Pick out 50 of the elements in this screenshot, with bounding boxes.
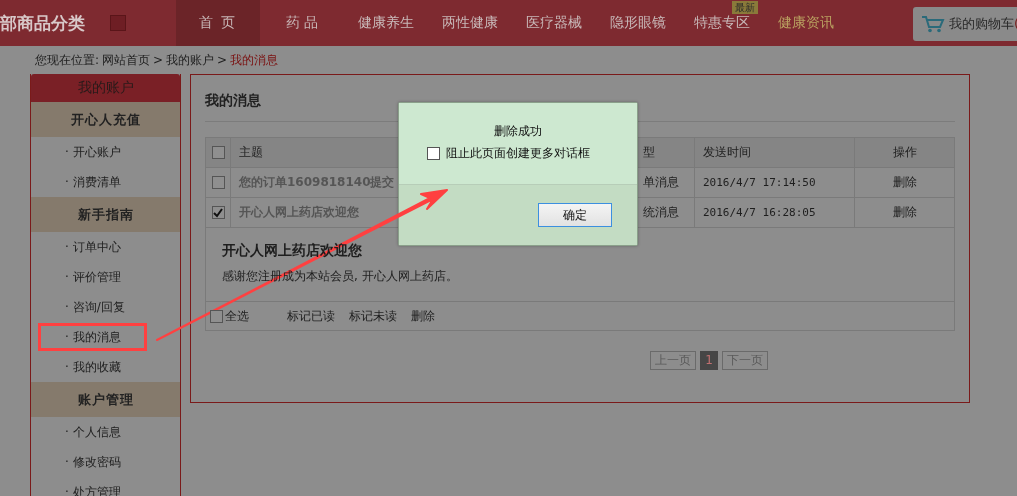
dropdown-toggle[interactable]: [110, 15, 126, 31]
checkbox[interactable]: [211, 176, 225, 189]
action-link[interactable]: 标记已读: [287, 307, 335, 325]
select-all-label: 全选: [225, 307, 249, 325]
column-header: 操作: [854, 138, 954, 167]
sidebar-title: 我的账户: [31, 74, 180, 102]
cart-icon: [920, 15, 945, 33]
checkbox[interactable]: [211, 146, 225, 159]
breadcrumb-link[interactable]: 网站首页: [102, 51, 151, 69]
sidebar-item[interactable]: · 开心账户: [31, 137, 180, 167]
breadcrumb-link[interactable]: 我的账户: [166, 51, 215, 69]
table-cell: 2016/4/7 17:14:50: [694, 168, 854, 197]
action-link[interactable]: 删除: [411, 307, 435, 325]
checkbox[interactable]: [427, 147, 440, 160]
sidebar-item[interactable]: · 个人信息: [31, 417, 180, 447]
breadcrumb-text: 您现在位置:: [35, 51, 100, 69]
sidebar-item[interactable]: · 消费清单: [31, 167, 180, 197]
nav-tab[interactable]: 健康资讯: [764, 0, 848, 46]
page-number[interactable]: 1: [700, 351, 718, 370]
nav-tab[interactable]: 药 品: [260, 0, 344, 46]
section-title: 开心人充值: [31, 102, 180, 137]
nav-tab[interactable]: 隐形眼镜: [596, 0, 680, 46]
breadcrumb-text: 我的消息: [230, 51, 279, 69]
sidebar-item[interactable]: · 评价管理: [31, 262, 180, 292]
sidebar-item[interactable]: · 咨询/回复: [31, 292, 180, 322]
dialog-message: 删除成功: [494, 123, 542, 140]
checkbox[interactable]: [210, 309, 223, 323]
breadcrumb-separator: >: [153, 53, 164, 67]
nav-tab[interactable]: 首 页: [176, 0, 260, 46]
column-header: 发送时间: [694, 138, 854, 167]
section-title: 账户管理: [31, 382, 180, 417]
nav-tab[interactable]: 健康养生: [344, 0, 428, 46]
checkbox[interactable]: [211, 206, 225, 219]
category-title: 部商品分类: [0, 11, 86, 35]
nav-tab[interactable]: 医疗器械: [512, 0, 596, 46]
delete-link[interactable]: 删除: [854, 198, 954, 227]
breadcrumb-separator: >: [217, 53, 228, 67]
ok-button[interactable]: 确定: [538, 203, 612, 227]
action-link[interactable]: 标记未读: [349, 307, 397, 325]
new-badge: 最新: [732, 1, 758, 14]
sidebar-item[interactable]: · 我的消息: [38, 323, 147, 351]
sidebar-item[interactable]: · 订单中心: [31, 232, 180, 262]
delete-link[interactable]: 删除: [854, 168, 954, 197]
sidebar-item[interactable]: · 我的收藏: [31, 352, 180, 382]
nav-tab[interactable]: 两性健康: [428, 0, 512, 46]
nav-tab[interactable]: 特惠专区: [680, 15, 764, 46]
sidebar-item[interactable]: · 修改密码: [31, 447, 180, 477]
checkbox-label: 阻止此页面创建更多对话框: [446, 145, 590, 162]
section-title: 新手指南: [31, 197, 180, 232]
table-cell: 2016/4/7 16:28:05: [694, 198, 854, 227]
